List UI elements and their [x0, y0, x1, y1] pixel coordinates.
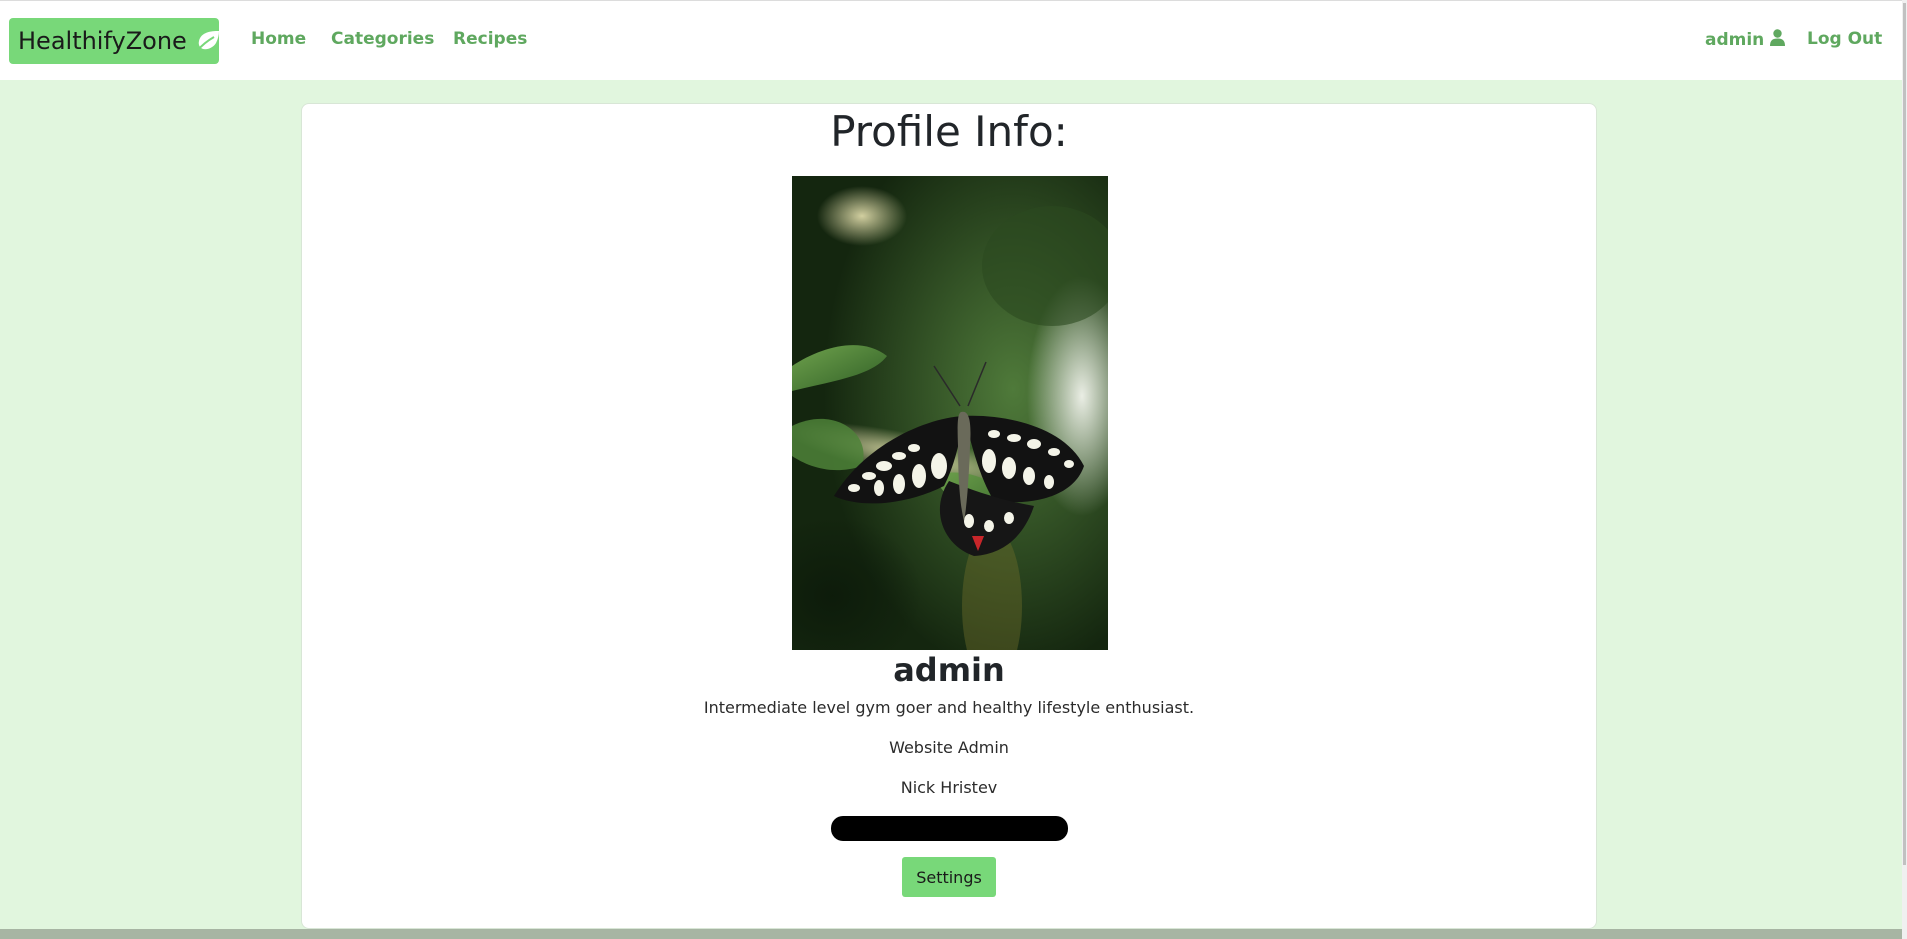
profile-username: admin — [893, 651, 1005, 689]
top-navbar: HealthifyZone Home Categories Recipes ad… — [0, 0, 1902, 80]
profile-card: Profile Info: admin Intermediate level g… — [301, 103, 1597, 929]
nav-link-home[interactable]: Home — [251, 29, 306, 49]
nav-username: admin — [1705, 30, 1765, 50]
profile-full-name: Nick Hristev — [900, 778, 998, 797]
nav-link-categories[interactable]: Categories — [331, 29, 434, 49]
nav-link-user-profile[interactable]: admin — [1705, 29, 1786, 51]
page-title: Profile Info: — [830, 107, 1068, 156]
leaf-icon — [195, 30, 221, 52]
profile-role: Website Admin — [889, 738, 1009, 757]
profile-bio: Intermediate level gym goer and healthy … — [703, 698, 1195, 717]
user-icon — [1764, 29, 1786, 51]
horizontal-scrollbar[interactable] — [0, 929, 1902, 939]
profile-photo — [792, 176, 1108, 650]
vertical-scrollbar-thumb[interactable] — [1903, 3, 1906, 865]
brand-name: HealthifyZone — [18, 27, 187, 55]
nav-link-recipes[interactable]: Recipes — [453, 29, 527, 49]
redacted-field — [831, 816, 1068, 841]
brand-logo-link[interactable]: HealthifyZone — [9, 18, 219, 64]
settings-button[interactable]: Settings — [902, 857, 996, 897]
nav-link-logout[interactable]: Log Out — [1807, 29, 1882, 49]
